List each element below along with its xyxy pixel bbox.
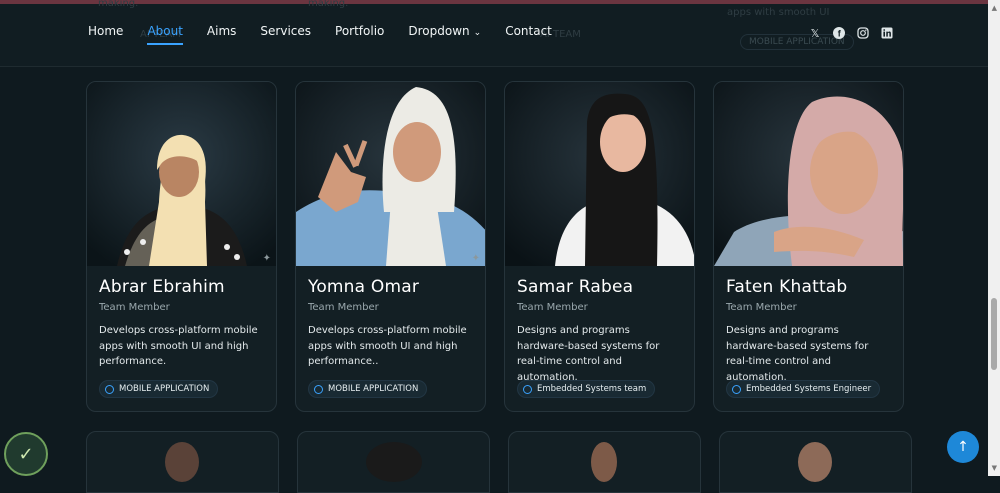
nav-dropdown-label: Dropdown <box>408 24 470 38</box>
badge-icon <box>105 384 114 394</box>
sparkle-icon: ✦ <box>262 253 271 264</box>
team-card-partial <box>719 431 912 493</box>
badge-icon <box>732 384 741 394</box>
scroll-up-arrow-icon[interactable]: ▲ <box>992 4 997 12</box>
member-photo <box>714 82 903 266</box>
team-grid-next-row <box>86 431 912 493</box>
member-name: Samar Rabea <box>517 277 634 297</box>
nav-contact[interactable]: Contact <box>505 24 552 38</box>
member-description: Develops cross-platform mobile apps with… <box>99 325 258 367</box>
site-header: making. making. apps with smooth UI AI T… <box>0 0 1000 67</box>
page-scrollbar[interactable]: ▲ ▼ <box>988 0 1000 476</box>
badge-label: Embedded Systems team <box>537 384 647 394</box>
nav-portfolio[interactable]: Portfolio <box>335 24 384 38</box>
scroll-top-button[interactable]: ↑ <box>947 431 979 463</box>
member-photo: ✦ <box>87 82 276 266</box>
member-name: Yomna Omar <box>308 277 420 297</box>
member-photo <box>165 442 199 482</box>
team-badge: Embedded Systems Engineer <box>726 380 881 398</box>
member-photo <box>798 442 832 482</box>
member-description: Designs and programs hardware-based syst… <box>517 325 660 383</box>
sparkle-icon: ✦ <box>471 253 480 264</box>
team-grid: ✦ Abrar Ebrahim Team Member Develops cro… <box>86 81 904 412</box>
team-badge: Embedded Systems team <box>517 380 656 398</box>
team-card-partial <box>297 431 490 493</box>
nav-home[interactable]: Home <box>88 24 123 38</box>
member-photo <box>505 82 694 266</box>
member-description: Designs and programs hardware-based syst… <box>726 325 869 383</box>
x-icon[interactable]: 𝕏 <box>808 26 822 40</box>
member-description: Develops cross-platform mobile apps with… <box>308 325 467 367</box>
team-badge: MOBILE APPLICATION <box>99 380 219 398</box>
member-photo: ✦ <box>296 82 485 266</box>
main-nav: Home About Aims Services Portfolio Dropd… <box>88 24 552 45</box>
badge-icon <box>523 384 532 394</box>
team-card: ✦ Abrar Ebrahim Team Member Develops cro… <box>86 81 277 412</box>
nav-services[interactable]: Services <box>260 24 311 38</box>
team-card: Samar Rabea Team Member Designs and prog… <box>504 81 695 412</box>
member-name: Faten Khattab <box>726 277 848 297</box>
team-card: ✦ Yomna Omar Team Member Develops cross-… <box>295 81 486 412</box>
arrow-up-icon: ↑ <box>957 439 969 455</box>
linkedin-icon[interactable] <box>880 26 894 40</box>
member-role: Team Member <box>99 302 170 313</box>
member-photo <box>591 442 617 482</box>
instagram-icon[interactable] <box>856 26 870 40</box>
team-card-partial <box>508 431 701 493</box>
member-role: Team Member <box>308 302 379 313</box>
team-card: Faten Khattab Team Member Designs and pr… <box>713 81 904 412</box>
team-badge: MOBILE APPLICATION <box>308 380 428 398</box>
badge-label: MOBILE APPLICATION <box>119 384 210 394</box>
ghost-text: apps with smooth UI <box>727 7 830 18</box>
badge-label: Embedded Systems Engineer <box>746 384 872 394</box>
social-links: 𝕏 f <box>808 26 894 40</box>
scrollbar-thumb[interactable] <box>991 298 997 370</box>
ghost-text: making. <box>308 0 349 9</box>
ghost-text: making. <box>98 0 139 9</box>
nav-dropdown[interactable]: Dropdown ⌄ <box>408 24 481 38</box>
watermark-logo: ✓ <box>4 432 48 476</box>
badge-icon <box>314 384 323 394</box>
badge-label: MOBILE APPLICATION <box>328 384 419 394</box>
member-photo <box>366 442 422 482</box>
scroll-down-arrow-icon[interactable]: ▼ <box>992 464 997 472</box>
facebook-icon[interactable]: f <box>832 26 846 40</box>
nav-about[interactable]: About <box>147 24 184 45</box>
nav-aims[interactable]: Aims <box>207 24 236 38</box>
team-card-partial <box>86 431 279 493</box>
member-role: Team Member <box>517 302 588 313</box>
member-name: Abrar Ebrahim <box>99 277 225 297</box>
chevron-down-icon: ⌄ <box>473 28 482 38</box>
member-role: Team Member <box>726 302 797 313</box>
